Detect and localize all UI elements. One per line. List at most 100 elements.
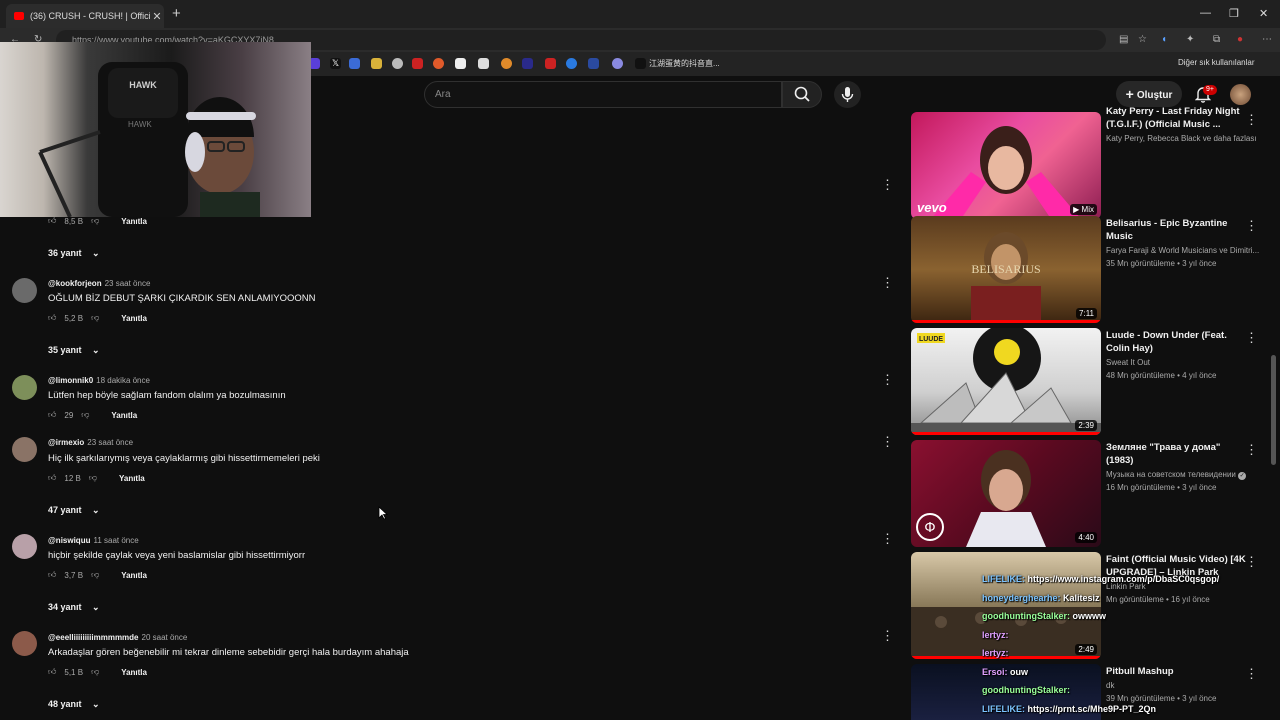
new-tab-button[interactable]: + xyxy=(172,5,181,22)
comment-timestamp[interactable]: 11 saat önce xyxy=(93,536,138,545)
bookmark-icon[interactable] xyxy=(612,58,623,69)
video-menu-icon[interactable]: ⋮ xyxy=(1245,554,1258,570)
avatar[interactable] xyxy=(12,437,37,462)
reply-button[interactable]: Yanıtla xyxy=(121,571,147,580)
dislike-icon[interactable]: 👎︎ xyxy=(91,570,99,580)
comment-author[interactable]: @niswiquu 11 saat önce xyxy=(48,536,139,545)
x-bookmark-icon[interactable]: 𝕏 xyxy=(330,58,341,69)
video-menu-icon[interactable]: ⋮ xyxy=(1245,218,1258,234)
comment-username[interactable]: @kookforjeon xyxy=(48,279,102,288)
video-title[interactable]: Luude - Down Under (Feat. Colin Hay) xyxy=(1106,329,1246,355)
avatar[interactable] xyxy=(12,631,37,656)
avatar[interactable] xyxy=(12,534,37,559)
reply-button[interactable]: Yanıtla xyxy=(121,217,147,226)
video-channel[interactable]: dk xyxy=(1106,681,1114,690)
create-button[interactable]: + Oluştur xyxy=(1116,81,1182,107)
comment-timestamp[interactable]: 20 saat önce xyxy=(142,633,188,642)
dislike-icon[interactable]: 👎︎ xyxy=(91,216,99,226)
video-thumbnail[interactable]: Ф 4:40 xyxy=(911,440,1101,547)
video-channel[interactable]: Музыка на советском телевидении ✓ xyxy=(1106,470,1247,480)
video-channel[interactable]: Farya Faraji & World Musicians ve Dimitr… xyxy=(1106,246,1259,255)
comment-menu-icon[interactable]: ⋮ xyxy=(881,435,894,448)
comment-username[interactable]: @limonnik0 xyxy=(48,376,93,385)
comment-menu-icon[interactable]: ⋮ xyxy=(881,276,894,289)
comment-timestamp[interactable]: 18 dakika önce xyxy=(96,376,150,385)
tiktok-bookmark-icon[interactable] xyxy=(635,58,646,69)
video-thumbnail[interactable]: vevo ▶︎ Mix xyxy=(911,112,1101,219)
profile-icon[interactable]: ● xyxy=(1237,34,1243,45)
extensions-icon[interactable]: ✦ xyxy=(1186,34,1194,45)
video-thumbnail[interactable]: 2:49 xyxy=(911,552,1101,659)
video-title[interactable]: Katy Perry - Last Friday Night (T.G.I.F.… xyxy=(1106,105,1246,131)
view-replies-button[interactable]: 48 yanıt ⌄ xyxy=(48,699,100,710)
bookmark-icon[interactable] xyxy=(588,58,599,69)
extension-icon[interactable]: ◖ xyxy=(1161,34,1167,45)
tab-close-icon[interactable]: ✕ xyxy=(150,10,164,23)
bookmark-icon[interactable] xyxy=(349,58,360,69)
comment-author[interactable]: @irmexio 23 saat önce xyxy=(48,438,133,447)
video-menu-icon[interactable]: ⋮ xyxy=(1245,666,1258,682)
bookmark-icon[interactable] xyxy=(371,58,382,69)
view-replies-button[interactable]: 34 yanıt ⌄ xyxy=(48,602,100,613)
bookmark-icon[interactable] xyxy=(522,58,533,69)
avatar[interactable] xyxy=(12,278,37,303)
video-thumbnail[interactable]: LUUDE 2:39 xyxy=(911,328,1101,435)
comment-menu-icon[interactable]: ⋮ xyxy=(881,178,894,191)
reader-icon[interactable]: ▤ xyxy=(1119,34,1128,45)
other-bookmarks-folder[interactable]: Diğer sık kullanılanlar xyxy=(1178,58,1254,67)
video-channel-name[interactable]: Музыка на советском телевидении xyxy=(1106,470,1236,479)
comment-author[interactable]: @eeelliiiiiiiiimmmmmde 20 saat önce xyxy=(48,633,187,642)
comment-timestamp[interactable]: 23 saat önce xyxy=(87,438,133,447)
bookmark-icon[interactable] xyxy=(455,58,466,69)
dislike-icon[interactable]: 👎︎ xyxy=(91,313,99,323)
view-replies-button[interactable]: 35 yanıt ⌄ xyxy=(48,345,100,356)
video-title[interactable]: Belisarius - Epic Byzantine Music xyxy=(1106,217,1246,243)
reply-button[interactable]: Yanıtla xyxy=(121,314,147,323)
dislike-icon[interactable]: 👎︎ xyxy=(91,667,99,677)
voice-search-button[interactable] xyxy=(834,81,861,108)
comment-username[interactable]: @irmexio xyxy=(48,438,84,447)
dislike-icon[interactable]: 👎︎ xyxy=(81,410,89,420)
bookmark-label[interactable]: 江湖蛋黄的抖音直... xyxy=(649,58,720,69)
browser-tab[interactable]: (36) CRUSH - CRUSH! | Official Mu ✕ xyxy=(6,4,164,28)
video-channel[interactable]: Sweat It Out xyxy=(1106,358,1150,367)
bookmark-icon[interactable] xyxy=(501,58,512,69)
bookmark-icon[interactable] xyxy=(433,58,444,69)
video-channel[interactable]: Katy Perry, Rebecca Black ve daha fazlas… xyxy=(1106,134,1257,143)
reply-button[interactable]: Yanıtla xyxy=(121,668,147,677)
search-button[interactable] xyxy=(782,81,822,108)
comment-username[interactable]: @niswiquu xyxy=(48,536,90,545)
collections-icon[interactable]: ⧉ xyxy=(1213,34,1220,45)
avatar[interactable] xyxy=(12,375,37,400)
scrollbar-thumb[interactable] xyxy=(1271,355,1276,465)
video-menu-icon[interactable]: ⋮ xyxy=(1245,112,1258,128)
comment-author[interactable]: @limonnik0 18 dakika önce xyxy=(48,376,150,385)
like-icon[interactable]: 👍︎ xyxy=(48,313,56,323)
bookmark-icon[interactable] xyxy=(412,58,423,69)
video-menu-icon[interactable]: ⋮ xyxy=(1245,442,1258,458)
like-icon[interactable]: 👍︎ xyxy=(48,473,56,483)
bookmark-icon[interactable] xyxy=(392,58,403,69)
video-menu-icon[interactable]: ⋮ xyxy=(1245,330,1258,346)
bookmark-icon[interactable] xyxy=(478,58,489,69)
video-title[interactable]: Pitbull Mashup xyxy=(1106,665,1246,678)
comment-username[interactable]: @eeelliiiiiiiiimmmmmde xyxy=(48,633,139,642)
close-window-button[interactable]: ✕ xyxy=(1259,7,1268,20)
bookmark-icon[interactable] xyxy=(545,58,556,69)
comment-menu-icon[interactable]: ⋮ xyxy=(881,532,894,545)
minimize-button[interactable]: — xyxy=(1200,7,1211,19)
like-icon[interactable]: 👍︎ xyxy=(48,410,56,420)
comment-menu-icon[interactable]: ⋮ xyxy=(881,629,894,642)
comment-menu-icon[interactable]: ⋮ xyxy=(881,373,894,386)
like-icon[interactable]: 👍︎ xyxy=(48,667,56,677)
bookmark-icon[interactable] xyxy=(566,58,577,69)
video-title[interactable]: Земляне "Трава у дома" (1983) xyxy=(1106,441,1246,467)
maximize-button[interactable]: ❐ xyxy=(1229,7,1239,20)
comment-timestamp[interactable]: 23 saat önce xyxy=(105,279,151,288)
account-avatar[interactable] xyxy=(1230,84,1251,105)
favorite-star-icon[interactable]: ☆ xyxy=(1138,34,1147,45)
reply-button[interactable]: Yanıtla xyxy=(119,474,145,483)
reply-button[interactable]: Yanıtla xyxy=(111,411,137,420)
like-icon[interactable]: 👍︎ xyxy=(48,570,56,580)
browser-menu-icon[interactable]: ⋯ xyxy=(1262,34,1272,45)
